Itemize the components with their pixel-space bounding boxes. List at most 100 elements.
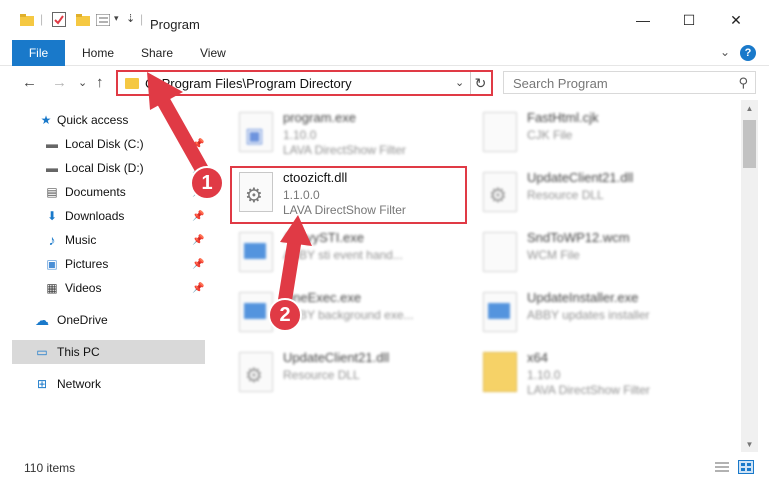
search-input[interactable]: Search Program ⚲ xyxy=(503,71,756,94)
sidebar-item-this-pc[interactable]: ▭ This PC xyxy=(12,340,205,364)
sidebar-item-videos[interactable]: ▦ Videos 📌 xyxy=(12,276,205,300)
sidebar-item-downloads[interactable]: ⬇ Downloads 📌 xyxy=(12,204,205,228)
search-icon[interactable]: ⚲ xyxy=(738,75,748,91)
sidebar-item-label: OneDrive xyxy=(57,313,108,327)
file-item[interactable]: FastHtml.cjk CJK File xyxy=(477,106,717,164)
sidebar-item-onedrive[interactable]: ☁ OneDrive xyxy=(12,308,205,332)
file-name: UpdateClient21.dll xyxy=(283,350,390,365)
file-list: ▣ program.exe 1.10.0 LAVA DirectShow Fil… xyxy=(225,100,741,452)
sidebar-item-label: Pictures xyxy=(65,257,109,271)
scroll-thumb[interactable] xyxy=(743,120,756,168)
sidebar-item-label: Music xyxy=(65,233,97,247)
back-arrow-icon[interactable]: ← xyxy=(22,74,37,91)
annotation-badge-2: 2 xyxy=(268,298,302,332)
properties-checkmark-icon[interactable] xyxy=(52,12,66,27)
sidebar-item-label: Local Disk (D:) xyxy=(65,161,144,175)
annotation-badge-1: 1 xyxy=(190,166,224,200)
file-version: 1.10.0 xyxy=(527,368,561,382)
dll-gear-icon: ⚙ xyxy=(483,172,517,212)
tab-file[interactable]: File xyxy=(12,40,65,66)
maximize-button[interactable]: ☐ xyxy=(666,0,712,40)
title-bar: | ▾ ⇣ | Program — ☐ ✕ xyxy=(0,0,769,40)
sidebar-item-network[interactable]: ⊞ Network xyxy=(12,372,205,396)
file-description: LAVA DirectShow Filter xyxy=(527,383,650,397)
sidebar-item-documents[interactable]: ▤ Documents 📌 xyxy=(12,180,205,204)
file-type: Resource DLL xyxy=(283,368,360,382)
help-icon[interactable]: ? xyxy=(740,45,756,61)
exe-icon: ▣ xyxy=(239,112,273,152)
navigation-row: ← → ⌄ ↑ C:\Program Files\Program Directo… xyxy=(0,66,769,100)
vertical-scrollbar[interactable]: ▲ ▼ xyxy=(741,100,758,452)
ribbon: File Home Share View ⌄ xyxy=(0,40,769,66)
download-arrow-icon: ⬇ xyxy=(46,209,58,223)
view-details-icon[interactable] xyxy=(96,14,110,26)
status-bar: 110 items xyxy=(0,456,769,480)
file-version: 1.10.0 xyxy=(283,128,317,142)
pin-icon[interactable]: 📌 xyxy=(192,211,204,222)
sidebar-item-local-disk-d[interactable]: ▬ Local Disk (D:) 📌 xyxy=(12,156,205,180)
network-icon: ⊞ xyxy=(36,377,48,391)
file-description: ABBY sti event hand... xyxy=(283,248,403,262)
search-placeholder: Search Program xyxy=(513,76,608,91)
tab-home[interactable]: Home xyxy=(82,46,114,60)
file-item[interactable]: ⚙ UpdateClient21.dll Resource DLL xyxy=(233,346,473,404)
highlight-box xyxy=(230,166,467,224)
file-name: program.exe xyxy=(283,110,356,125)
recent-locations-icon[interactable]: ⌄ xyxy=(78,76,87,89)
file-item[interactable]: SndToWP12.wcm WCM File xyxy=(477,226,717,284)
sidebar-item-pictures[interactable]: ▣ Pictures 📌 xyxy=(12,252,205,276)
file-type: CJK File xyxy=(527,128,573,142)
drive-icon: ▬ xyxy=(46,161,58,175)
sidebar-item-label: Local Disk (C:) xyxy=(65,137,144,151)
folder-icon xyxy=(125,78,139,89)
sidebar-item-label: Videos xyxy=(65,281,102,295)
cloud-icon: ☁ xyxy=(35,311,49,328)
customize-toolbar-icon[interactable]: ⇣ xyxy=(126,12,135,25)
exe-blue-icon xyxy=(239,232,273,272)
file-item[interactable]: AbbyySTI.exe ABBY sti event hand... xyxy=(233,226,473,284)
close-button[interactable]: ✕ xyxy=(713,0,759,40)
dll-gear-icon: ⚙ xyxy=(239,352,273,392)
quick-access-dropdown-icon[interactable]: ▾ xyxy=(114,13,119,24)
star-icon: ★ xyxy=(40,113,52,127)
folder-icon xyxy=(20,14,34,26)
file-name: UpdateInstaller.exe xyxy=(527,290,639,305)
title-separator: | xyxy=(140,12,144,26)
sidebar-item-label: This PC xyxy=(57,345,100,359)
file-item[interactable]: UpdateInstaller.exe ABBY updates install… xyxy=(477,286,717,344)
expand-ribbon-icon[interactable]: ⌄ xyxy=(720,45,730,59)
file-type: WCM File xyxy=(527,248,580,262)
address-bar[interactable]: C:\Program Files\Program Directory ⌄ ↻ xyxy=(116,70,493,96)
address-dropdown-icon[interactable]: ⌄ xyxy=(455,76,464,89)
pin-icon[interactable]: 📌 xyxy=(192,235,204,246)
file-name: UpdateClient21.dll xyxy=(527,170,634,185)
navigation-pane: ★ Quick access ▬ Local Disk (C:) 📌 ▬ Loc… xyxy=(12,104,207,454)
scroll-down-icon[interactable]: ▼ xyxy=(741,436,758,452)
up-arrow-icon[interactable]: ↑ xyxy=(96,74,104,91)
file-description: LAVA DirectShow Filter xyxy=(283,143,406,157)
scroll-up-icon[interactable]: ▲ xyxy=(741,100,758,116)
blank-file-icon xyxy=(483,112,517,152)
pin-icon[interactable]: 📌 xyxy=(192,139,204,150)
sidebar-item-music[interactable]: ♪ Music 📌 xyxy=(12,228,205,252)
music-note-icon: ♪ xyxy=(48,232,56,248)
tab-view[interactable]: View xyxy=(200,46,226,60)
details-view-icon[interactable] xyxy=(714,460,730,474)
file-item[interactable]: ⚙ UpdateClient21.dll Resource DLL xyxy=(477,166,717,224)
address-path[interactable]: C:\Program Files\Program Directory xyxy=(145,76,352,91)
sidebar-item-quick-access[interactable]: ★ Quick access xyxy=(12,108,205,132)
refresh-icon[interactable]: ↻ xyxy=(470,72,490,94)
forward-arrow-icon[interactable]: → xyxy=(52,74,67,91)
sidebar-item-label: Downloads xyxy=(65,209,125,223)
tab-share[interactable]: Share xyxy=(141,46,173,60)
large-icons-view-icon[interactable] xyxy=(738,460,754,474)
pin-icon[interactable]: 📌 xyxy=(192,259,204,270)
minimize-button[interactable]: — xyxy=(620,0,666,40)
file-description: ABBY updates installer xyxy=(527,308,650,322)
file-item[interactable]: ▣ program.exe 1.10.0 LAVA DirectShow Fil… xyxy=(233,106,473,164)
pin-icon[interactable]: 📌 xyxy=(192,283,204,294)
file-item[interactable]: x64 1.10.0 LAVA DirectShow Filter xyxy=(477,346,717,404)
sidebar-item-local-disk-c[interactable]: ▬ Local Disk (C:) 📌 xyxy=(12,132,205,156)
item-count: 110 items xyxy=(24,461,76,475)
new-folder-icon[interactable] xyxy=(76,14,90,26)
